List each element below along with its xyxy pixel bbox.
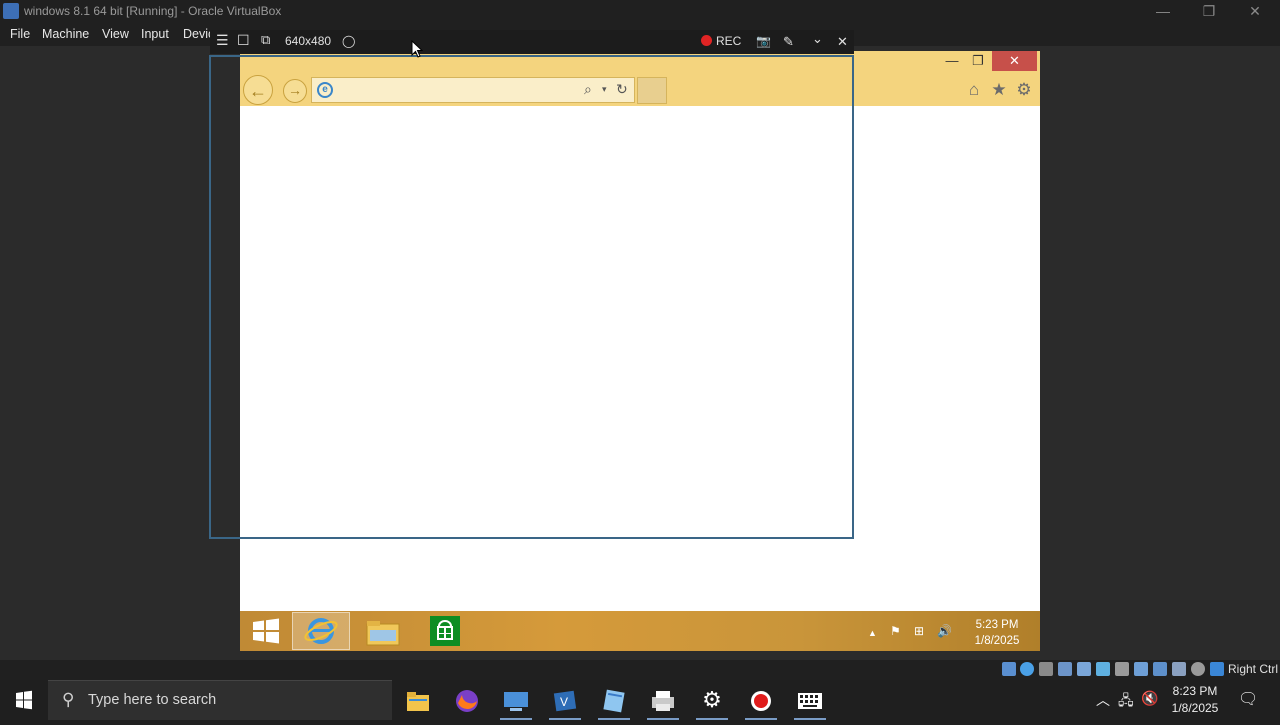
favorites-icon[interactable]: ★ [989, 80, 1009, 100]
display-status-icon[interactable] [1134, 662, 1148, 676]
usb-status-icon[interactable] [1096, 662, 1110, 676]
host-notepad-icon[interactable] [594, 684, 634, 720]
network-status-icon[interactable] [1077, 662, 1091, 676]
floppy-status-icon[interactable] [1039, 662, 1053, 676]
virtualization-status-icon[interactable] [1172, 662, 1186, 676]
host-printer-icon[interactable] [643, 684, 683, 720]
record-icon [701, 35, 712, 46]
home-icon[interactable]: ⌂ [964, 80, 984, 100]
host-tray-up-icon[interactable]: ︿ [1096, 690, 1110, 710]
menu-icon[interactable]: ☰ [216, 32, 229, 49]
search-icon: ⚲ [62, 690, 75, 709]
tools-gear-icon[interactable]: ⚙ [1014, 80, 1034, 100]
ie-minimize-button[interactable]: — [939, 51, 965, 71]
svg-text:V: V [560, 695, 568, 709]
toolbar-close-icon[interactable]: ✕ [837, 34, 848, 50]
mini-toolbar: ☰ ☐ ⧉ 640x480 ◯ REC 📷 ✎ ⌄ ✕ [210, 30, 854, 54]
guest-clock[interactable]: 5:23 PM 1/8/2025 [962, 617, 1032, 649]
keyboard-capture-status-icon[interactable] [1210, 662, 1224, 676]
mouse-integration-status-icon[interactable] [1191, 662, 1205, 676]
host-time: 8:23 PM [1172, 684, 1218, 698]
scale-icon[interactable]: ⧉ [261, 32, 270, 48]
guest-ie-taskbar-icon[interactable] [292, 612, 350, 650]
harddisk-status-icon[interactable] [1002, 662, 1016, 676]
guest-flag-icon[interactable]: ⚑ [890, 624, 901, 638]
camera-icon[interactable]: 📷 [756, 34, 771, 48]
host-firefox-icon[interactable] [447, 684, 487, 718]
guest-start-button[interactable] [252, 618, 280, 644]
rec-button[interactable]: REC [701, 34, 741, 48]
ie-restore-button[interactable]: ❐ [965, 51, 991, 71]
guest-file-explorer-icon[interactable] [366, 618, 400, 651]
host-keyboard-icon[interactable] [790, 684, 830, 720]
shared-folders-status-icon[interactable] [1115, 662, 1129, 676]
collapse-icon[interactable]: ⌄ [812, 31, 823, 47]
guest-store-icon[interactable] [430, 616, 460, 651]
menu-input[interactable]: Input [141, 27, 169, 41]
close-button[interactable]: ✕ [1232, 0, 1278, 22]
restore-button[interactable]: ❐ [1186, 0, 1232, 22]
pen-icon[interactable]: ✎ [783, 34, 794, 50]
resolution-label: 640x480 [285, 34, 332, 48]
host-file-explorer-icon[interactable] [398, 684, 438, 718]
menu-file[interactable]: File [10, 27, 30, 41]
host-date: 1/8/2025 [1171, 701, 1219, 715]
audio-status-icon[interactable] [1058, 662, 1072, 676]
host-clock[interactable]: 8:23 PM 1/8/2025 [1160, 683, 1230, 717]
notification-icon[interactable]: 🗨 [1238, 689, 1258, 709]
host-settings-gear-icon[interactable]: ⚙ [692, 684, 732, 720]
host-volume-muted-icon[interactable]: 🔇 [1141, 690, 1158, 707]
mouse-cursor [411, 39, 424, 63]
drop-icon[interactable]: ◯ [342, 34, 355, 48]
window-title: windows 8.1 64 bit [Running] - Oracle Vi… [24, 4, 282, 18]
rec-label: REC [716, 34, 742, 48]
scaled-view-frame [209, 55, 854, 539]
ie-close-button[interactable]: ✕ [992, 51, 1037, 71]
menu-machine[interactable]: Machine [42, 27, 89, 41]
vbox-status-bar: Right Ctrl [0, 660, 1280, 680]
fullscreen-icon[interactable]: ☐ [237, 32, 250, 49]
host-start-button[interactable] [0, 680, 48, 720]
optical-drive-status-icon[interactable] [1020, 662, 1034, 676]
host-search-box[interactable]: ⚲ Type here to search [48, 680, 392, 720]
guest-time: 5:23 PM [975, 619, 1019, 631]
guest-tray-up-icon[interactable]: ▲ [868, 628, 877, 638]
guest-date: 1/8/2025 [974, 635, 1020, 647]
host-recorder-icon[interactable] [741, 684, 781, 720]
minimize-button[interactable]: — [1140, 0, 1186, 22]
virtualbox-app-icon [3, 3, 19, 19]
guest-network-icon[interactable]: ⊞ [914, 624, 924, 638]
host-network-icon[interactable]: 🖧 [1118, 690, 1134, 714]
recording-status-icon[interactable] [1153, 662, 1167, 676]
host-virtualbox-icon[interactable]: V [545, 684, 585, 720]
menu-view[interactable]: View [102, 27, 129, 41]
host-remote-desktop-icon[interactable] [496, 684, 536, 720]
search-placeholder: Type here to search [88, 692, 217, 708]
vbox-title-bar: windows 8.1 64 bit [Running] - Oracle Vi… [0, 0, 1280, 22]
guest-volume-icon[interactable]: 🔊 [937, 624, 952, 638]
host-key-label: Right Ctrl [1228, 662, 1279, 676]
